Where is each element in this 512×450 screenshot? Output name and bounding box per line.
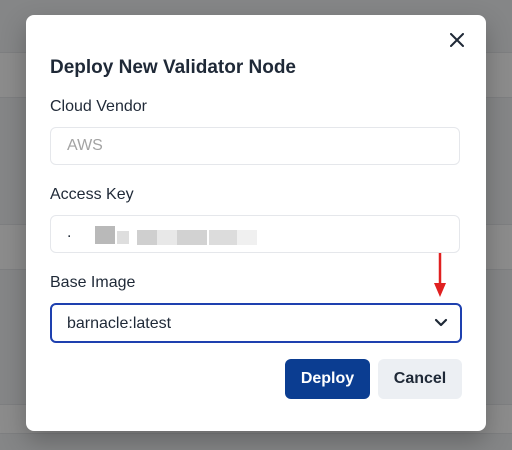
base-image-select[interactable]: barnacle:latest xyxy=(50,303,462,343)
deploy-node-dialog: Deploy New Validator Node Cloud Vendor A… xyxy=(26,15,486,431)
access-key-redaction xyxy=(95,226,115,244)
access-key-redaction xyxy=(209,230,237,245)
dialog-title: Deploy New Validator Node xyxy=(50,57,296,78)
access-key-redaction xyxy=(157,230,177,245)
base-image-label: Base Image xyxy=(50,274,136,291)
cloud-vendor-label: Cloud Vendor xyxy=(50,98,147,115)
close-icon xyxy=(450,33,464,47)
close-button[interactable] xyxy=(446,29,468,51)
access-key-label: Access Key xyxy=(50,186,134,203)
red-arrow-down-icon xyxy=(434,253,446,297)
deploy-button[interactable]: Deploy xyxy=(285,359,370,399)
access-key-field-wrapper[interactable]: . xyxy=(50,215,460,253)
access-key-redaction xyxy=(177,230,207,245)
cloud-vendor-field-wrapper xyxy=(50,127,460,165)
access-key-redaction xyxy=(117,231,129,244)
base-image-selected-value: barnacle:latest xyxy=(67,315,172,332)
access-key-value: . xyxy=(67,224,72,241)
access-key-redaction xyxy=(137,230,157,245)
cancel-button[interactable]: Cancel xyxy=(378,359,462,399)
chevron-down-icon xyxy=(434,318,448,327)
cloud-vendor-input[interactable] xyxy=(51,128,459,164)
access-key-redaction xyxy=(237,230,257,245)
